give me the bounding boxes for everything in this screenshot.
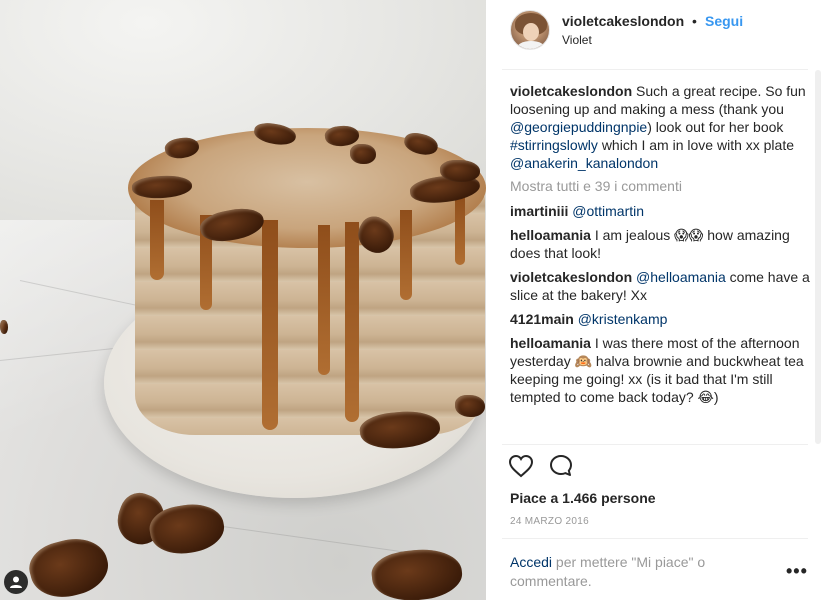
header-divider	[502, 69, 808, 70]
comment-item: helloamania I was there most of the afte…	[510, 334, 810, 406]
comment-username[interactable]: helloamania	[510, 335, 591, 351]
heart-icon[interactable]	[508, 454, 534, 482]
comments-scrollbar[interactable]	[814, 70, 822, 444]
comment-mention[interactable]: @helloamania	[636, 269, 726, 285]
comments-list[interactable]: violetcakeslondon Such a great recipe. S…	[510, 82, 810, 442]
comments-divider	[502, 444, 808, 445]
comment-username[interactable]: helloamania	[510, 227, 591, 243]
post-photo[interactable]	[0, 0, 486, 600]
caption-username[interactable]: violetcakeslondon	[510, 83, 632, 99]
post-actions	[508, 454, 574, 482]
location-link[interactable]: Violet	[562, 33, 592, 47]
comment-item: helloamania I am jealous 😱😱 how amazing …	[510, 226, 810, 262]
comment-item: violetcakeslondon @helloamania come have…	[510, 268, 810, 304]
more-options-icon[interactable]: •••	[786, 562, 808, 580]
follow-button[interactable]: Segui	[705, 13, 743, 29]
post-date: 24 MARZO 2016	[510, 516, 589, 527]
caption: violetcakeslondon Such a great recipe. S…	[510, 82, 810, 172]
header-username[interactable]: violetcakeslondon	[562, 13, 684, 29]
caption-mention-1[interactable]: @georgiepuddingnpie	[510, 119, 647, 135]
caption-text-3: which I am in love with xx plate	[601, 137, 795, 153]
footer-divider	[502, 538, 808, 539]
comment-username[interactable]: 4121main	[510, 311, 574, 327]
comment-mention[interactable]: @kristenkamp	[578, 311, 668, 327]
comment-username[interactable]: imartiniii	[510, 203, 568, 219]
comment-item: 4121main @kristenkamp	[510, 310, 810, 328]
comment-mention[interactable]: @ottimartin	[572, 203, 644, 219]
avatar[interactable]	[510, 10, 550, 50]
comment-username[interactable]: violetcakeslondon	[510, 269, 632, 285]
login-prompt: Accedi per mettere "Mi piace" o commenta…	[510, 553, 770, 591]
post-side-panel: violetcakeslondon • Segui Violet violetc…	[486, 0, 824, 600]
user-tag-icon[interactable]	[4, 570, 28, 594]
header-separator: •	[692, 13, 697, 29]
show-all-comments-link[interactable]: Mostra tutti e 39 i commenti	[510, 178, 810, 194]
likes-count[interactable]: Piace a 1.466 persone	[510, 490, 656, 506]
caption-hashtag[interactable]: #stirringslowly	[510, 137, 598, 153]
comment-icon[interactable]	[548, 454, 574, 482]
caption-text-2: ) look out for her book	[647, 119, 784, 135]
comment-item: imartiniii @ottimartin	[510, 202, 810, 220]
post-header: violetcakeslondon • Segui Violet	[486, 0, 824, 68]
login-link[interactable]: Accedi	[510, 554, 552, 570]
caption-mention-2[interactable]: @anakerin_kanalondon	[510, 155, 658, 171]
